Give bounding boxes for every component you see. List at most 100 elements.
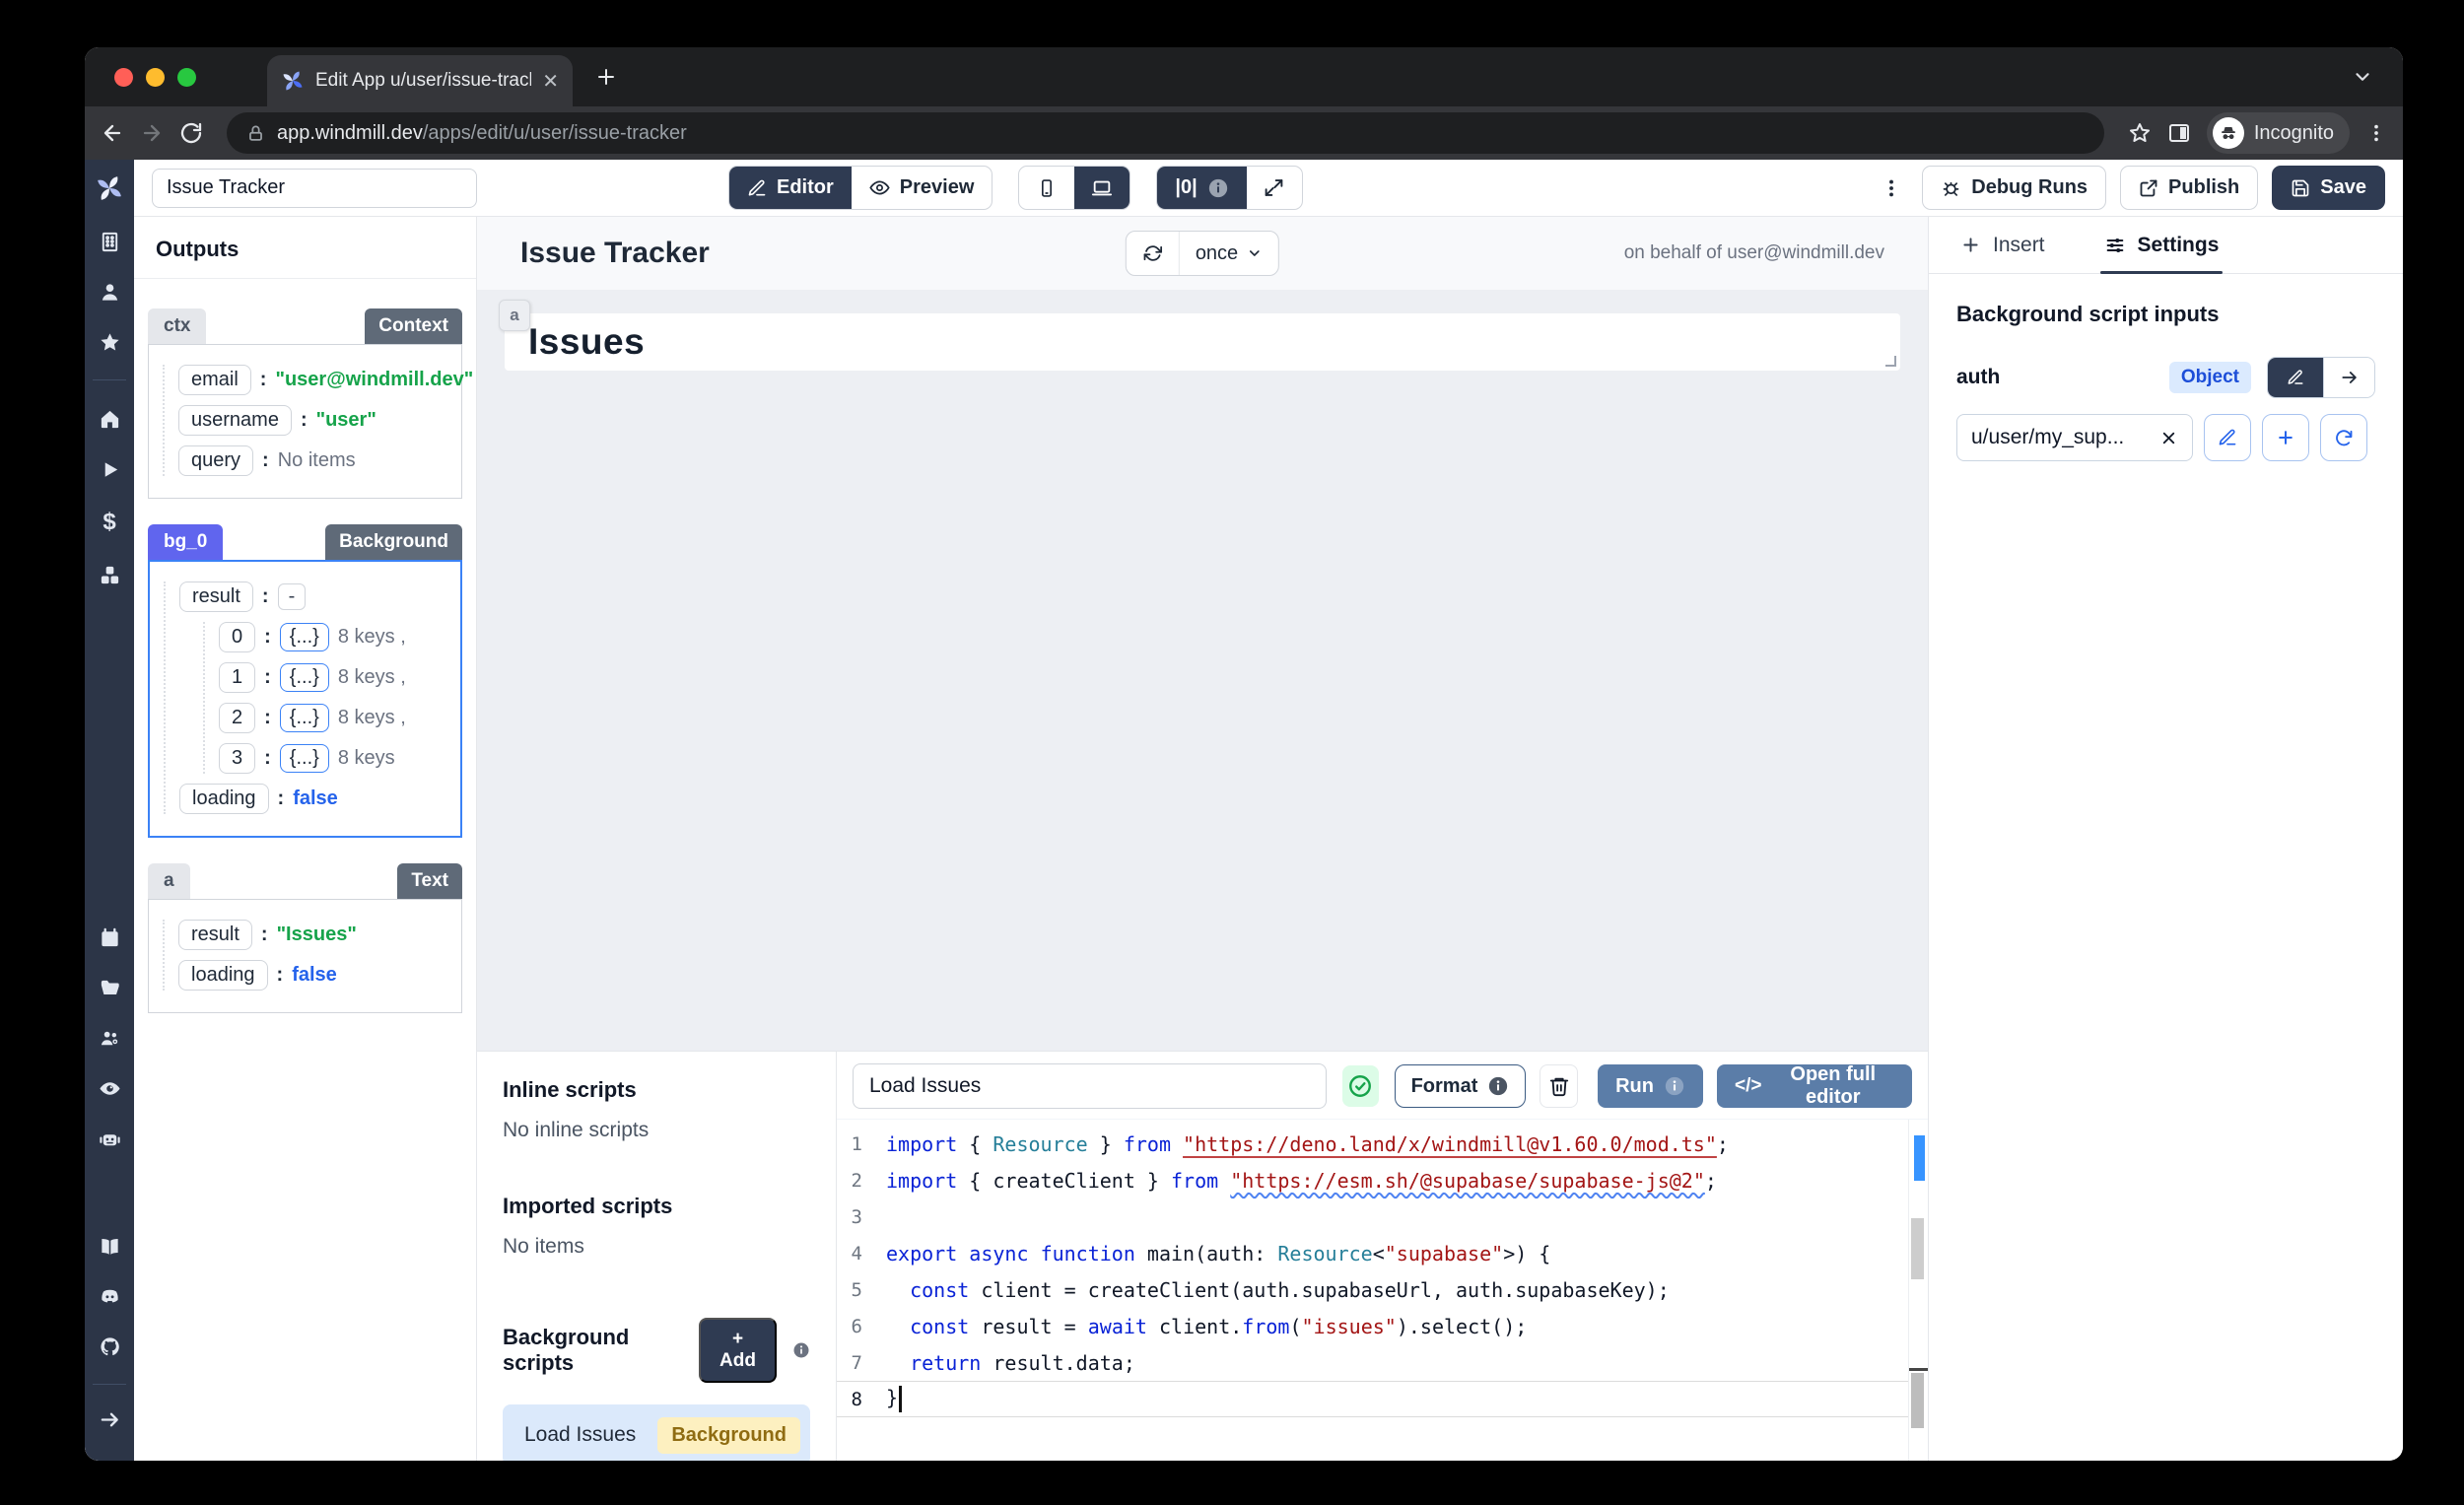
output-key[interactable]: result [178, 920, 252, 950]
script-list-item[interactable]: Load Issues Background [503, 1404, 810, 1461]
expand-object-pill[interactable]: {...} [280, 623, 329, 651]
script-name-input[interactable] [853, 1063, 1327, 1109]
publish-button[interactable]: Publish [2120, 166, 2258, 210]
discord-icon[interactable] [99, 1285, 121, 1308]
folders-icon[interactable] [99, 977, 121, 999]
refresh-icon[interactable] [1127, 232, 1180, 275]
edit-resource-button[interactable] [2204, 414, 2251, 461]
expand-object-pill[interactable]: {...} [280, 663, 329, 692]
sliders-icon [2104, 235, 2126, 256]
resources-boxes-icon[interactable] [99, 564, 121, 586]
code-line[interactable]: 2import { createClient } from "https://e… [837, 1162, 1928, 1198]
code-line[interactable]: 8} [837, 1381, 1928, 1417]
delete-script-button[interactable] [1540, 1064, 1578, 1108]
preview-tab-button[interactable]: Preview [852, 167, 992, 209]
output-value: "Issues" [277, 924, 357, 946]
github-icon[interactable] [99, 1335, 121, 1358]
code-line[interactable]: 6 const result = await client.from("issu… [837, 1308, 1928, 1344]
static-edit-mode-button[interactable] [2268, 358, 2323, 397]
output-row-loading: loading : false [179, 784, 446, 814]
variables-dollar-icon[interactable]: $ [103, 509, 115, 536]
output-chip-bg0[interactable]: bg_0 [148, 524, 223, 560]
expand-object-pill[interactable]: {...} [280, 704, 329, 732]
tab-insert[interactable]: Insert [1956, 217, 2049, 273]
incognito-badge[interactable]: Incognito [2207, 112, 2350, 154]
connect-mode-button[interactable] [2323, 358, 2374, 397]
add-background-script-button[interactable]: + Add [699, 1318, 777, 1383]
workspace-icon[interactable] [99, 231, 121, 253]
refresh-mode-dropdown[interactable]: once [1180, 232, 1278, 275]
component-id-badge[interactable]: a [499, 300, 530, 331]
text-component[interactable]: a Issues [505, 313, 1900, 371]
audit-eye-icon[interactable] [99, 1077, 121, 1100]
favorites-star-icon[interactable] [99, 331, 121, 354]
scrollbar-thumb[interactable] [1911, 1218, 1924, 1279]
code-line[interactable]: 5 const client = createClient(auth.supab… [837, 1271, 1928, 1308]
hide-outputs-button[interactable]: |0| [1157, 167, 1246, 209]
app-toolbar: Editor Preview [134, 160, 2403, 217]
code-line[interactable]: 7 return result.data; [837, 1344, 1928, 1381]
run-button[interactable]: Run [1598, 1064, 1703, 1108]
app-name-input[interactable] [152, 169, 477, 208]
bookmark-star-icon[interactable] [2128, 121, 2152, 145]
refresh-resource-button[interactable] [2320, 414, 2367, 461]
new-tab-button[interactable] [594, 65, 618, 89]
code-editor[interactable]: 1import { Resource } from "https://deno.… [837, 1119, 1928, 1461]
output-key[interactable]: email [178, 365, 251, 395]
home-icon[interactable] [99, 408, 121, 431]
output-key[interactable]: loading [178, 960, 268, 991]
format-button[interactable]: Format [1395, 1064, 1527, 1108]
zoom-window-button[interactable] [177, 68, 196, 87]
close-window-button[interactable] [114, 68, 133, 87]
schedules-calendar-icon[interactable] [99, 926, 121, 949]
ai-robot-icon[interactable] [99, 1128, 121, 1150]
docs-book-icon[interactable] [99, 1235, 121, 1258]
desktop-view-button[interactable] [1074, 167, 1129, 209]
mobile-view-button[interactable] [1019, 167, 1074, 209]
output-key[interactable]: query [178, 445, 253, 476]
eye-icon [869, 177, 890, 198]
minimize-window-button[interactable] [146, 68, 165, 87]
expand-object-pill[interactable]: {...} [280, 744, 329, 773]
fullscreen-button[interactable] [1247, 167, 1302, 209]
editor-overview-ruler[interactable] [1908, 1120, 1928, 1461]
collapse-toggle[interactable]: - [278, 583, 307, 610]
resize-grip[interactable] [1885, 356, 1896, 367]
app-menu-kebab-icon[interactable] [1881, 177, 1902, 199]
side-panel-icon[interactable] [2167, 121, 2191, 145]
code-line[interactable]: 4export async function main(auth: Resour… [837, 1235, 1928, 1271]
tab-close-icon[interactable]: ✕ [542, 69, 559, 94]
clear-x-icon[interactable] [2159, 429, 2178, 447]
runs-play-icon[interactable] [99, 458, 121, 481]
tab-search-chevron-icon[interactable] [2352, 66, 2373, 88]
output-row: email : "user@windmill.dev" [178, 365, 447, 395]
forward-icon[interactable] [140, 121, 164, 145]
editor-tab-button[interactable]: Editor [729, 167, 852, 209]
output-card-bg0: bg_0 Background result : - [148, 524, 462, 838]
browser-tab[interactable]: Edit App u/user/issue-tracker | ✕ [267, 55, 573, 106]
output-chip-ctx[interactable]: ctx [148, 308, 206, 344]
output-chip-a[interactable]: a [148, 863, 190, 899]
windmill-logo[interactable] [95, 173, 124, 203]
address-bar[interactable]: app.windmill.dev/apps/edit/u/user/issue-… [227, 112, 2104, 154]
output-key[interactable]: loading [179, 784, 269, 814]
resource-picker-input[interactable]: u/user/my_sup... [1956, 414, 2193, 461]
output-key[interactable]: username [178, 405, 292, 436]
collapse-rail-arrow-icon[interactable] [99, 1408, 121, 1431]
browser-menu-kebab-icon[interactable] [2365, 122, 2387, 144]
user-icon[interactable] [99, 281, 121, 304]
trash-icon [1548, 1075, 1570, 1097]
groups-icon[interactable] [99, 1027, 121, 1050]
save-button[interactable]: Save [2272, 166, 2385, 210]
code-line[interactable]: 3 [837, 1198, 1928, 1235]
output-key[interactable]: result [179, 581, 253, 612]
open-full-editor-button[interactable]: </> Open full editor [1717, 1064, 1912, 1108]
reload-icon[interactable] [179, 121, 203, 145]
create-resource-button[interactable] [2262, 414, 2309, 461]
back-icon[interactable] [101, 121, 124, 145]
tab-settings[interactable]: Settings [2100, 217, 2224, 273]
save-floppy-icon [2291, 178, 2310, 198]
debug-runs-button[interactable]: Debug Runs [1922, 166, 2106, 210]
app-canvas[interactable]: Issue Tracker once on behalf of [477, 217, 1928, 1051]
code-line[interactable]: 1import { Resource } from "https://deno.… [837, 1126, 1928, 1162]
